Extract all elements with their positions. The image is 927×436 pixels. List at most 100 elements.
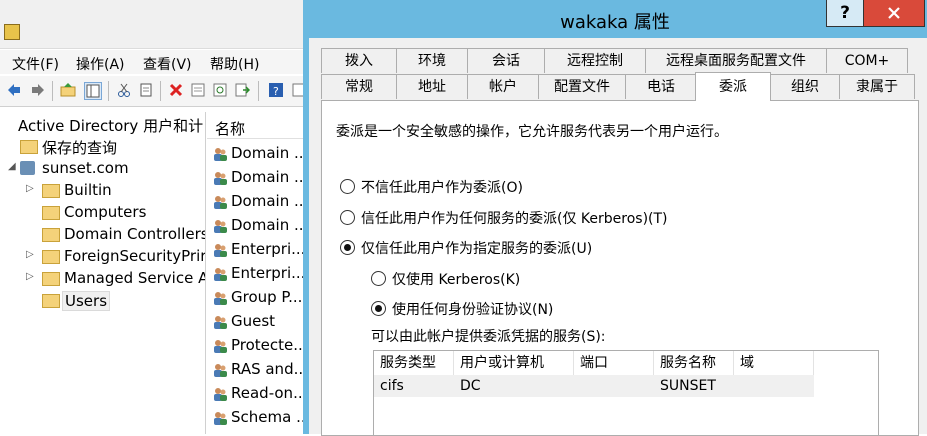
list-item-label: Read-on... [231,384,305,402]
chevron-right-icon[interactable]: ▷ [26,249,34,260]
list-item[interactable]: Guest [207,310,305,334]
folder-icon [42,272,60,286]
back-icon[interactable] [6,82,22,98]
menu-view[interactable]: 查看(V) [143,54,192,74]
user-group-icon [214,292,227,305]
tree-item-domain[interactable]: ◢ sunset.com [0,158,205,180]
tree-item-foreign-security[interactable]: ▷ ForeignSecurityPrir [0,246,205,268]
delegation-description: 委派是一个安全敏感的操作，它允许服务代表另一个用户运行。 [336,124,728,140]
help-button[interactable]: ? [826,0,864,27]
services-table[interactable]: 服务类型 用户或计算机 端口 服务名称 域 cifs DC SUNSET [373,350,879,436]
forward-icon[interactable] [30,82,46,98]
list-item[interactable]: Protecte... [207,334,305,358]
radio-any-protocol-label[interactable]: 使用任何身份验证协议(N) [392,299,553,319]
menu-file[interactable]: 文件(F) [12,54,59,74]
list-item[interactable]: Read-on... [207,382,305,406]
tab-telephones[interactable]: 电话 [625,74,697,99]
user-group-icon [214,244,227,257]
folder-icon [20,140,38,154]
user-group-icon [214,340,227,353]
export-list-icon[interactable] [234,82,250,98]
tab-member-of[interactable]: 隶属于 [839,74,915,99]
properties-icon[interactable] [190,82,206,98]
column-user-or-computer[interactable]: 用户或计算机 [454,351,574,375]
tab-general[interactable]: 常规 [321,74,397,99]
list-item-label: Enterpri... [231,264,305,282]
tab-remote-control[interactable]: 远程控制 [544,48,646,73]
tree-item-saved-queries[interactable]: 保存的查询 [0,136,205,158]
help-icon[interactable]: ? [268,82,284,98]
radio-trust-specified[interactable] [340,240,355,255]
tab-com-plus[interactable]: COM+ [826,48,908,73]
chevron-right-icon[interactable]: ▷ [26,271,34,282]
domain-icon [20,161,35,175]
tab-address[interactable]: 地址 [396,74,468,99]
tab-sessions[interactable]: 会话 [467,48,545,73]
chevron-down-icon[interactable]: ◢ [8,161,16,172]
radio-any-protocol[interactable] [371,301,386,316]
tab-rds-profile[interactable]: 远程桌面服务配置文件 [645,48,827,73]
folder-icon [42,206,60,220]
radio-kerberos-only-label[interactable]: 仅使用 Kerberos(K) [392,269,520,289]
up-folder-icon[interactable] [60,82,76,98]
radio-no-trust-label[interactable]: 不信任此用户作为委派(O) [361,177,523,197]
dialog-title-bar[interactable]: wakaka 属性 ? [303,0,927,38]
column-domain[interactable]: 域 [734,351,814,375]
tree-root-label: Active Directory 用户和计 [18,117,204,135]
radio-no-trust[interactable] [340,179,355,194]
list-item-label: Domain ... [231,192,305,210]
tab-delegation[interactable]: 委派 [695,72,771,101]
services-label: 可以由此帐户提供委派凭据的服务(S): [371,329,606,345]
user-group-icon [214,172,227,185]
close-icon [888,6,900,19]
tab-organization[interactable]: 组织 [770,74,840,99]
column-header-name[interactable]: 名称 [207,116,305,139]
list-item[interactable]: Domain ... [207,166,305,190]
list-item[interactable]: Group P... [207,286,305,310]
tab-dial-in[interactable]: 拨入 [321,48,397,73]
tab-account[interactable]: 帐户 [467,74,539,99]
folder-icon [42,294,60,308]
radio-kerberos-only[interactable] [371,271,386,286]
column-port[interactable]: 端口 [574,351,654,375]
list-item[interactable]: Enterpri... [207,238,305,262]
user-group-icon [214,268,227,281]
user-group-icon [214,364,227,377]
column-service-type[interactable]: 服务类型 [374,351,454,375]
close-button[interactable] [863,0,925,27]
list-item[interactable]: Enterpri... [207,262,305,286]
tab-environment[interactable]: 环境 [396,48,468,73]
cell-domain [734,375,814,397]
menu-help[interactable]: 帮助(H) [210,54,259,74]
list-item[interactable]: Domain ... [207,142,305,166]
delete-icon[interactable] [168,82,184,98]
tree-item-managed-service[interactable]: ▷ Managed Service A [0,268,205,290]
list-item[interactable]: RAS and... [207,358,305,382]
tree-item-domain-controllers[interactable]: Domain Controllers [0,224,205,246]
refresh-icon[interactable] [212,82,228,98]
list-item-label: Schema ... [231,408,305,426]
tab-profile[interactable]: 配置文件 [538,74,626,99]
toolbar: ? [0,76,306,107]
user-group-icon [214,196,227,209]
radio-trust-any[interactable] [340,210,355,225]
chevron-right-icon[interactable]: ▷ [26,183,34,194]
column-service-name[interactable]: 服务名称 [654,351,734,375]
radio-trust-specified-label[interactable]: 仅信任此用户作为指定服务的委派(U) [361,238,592,258]
user-group-icon [214,316,227,329]
list-item[interactable]: Domain ... [207,190,305,214]
cut-icon[interactable] [116,82,132,98]
list-item-label: Domain ... [231,216,305,234]
list-item[interactable]: Domain ... [207,214,305,238]
show-tree-icon[interactable] [84,82,102,100]
tree-item-builtin[interactable]: ▷ Builtin [0,180,205,202]
tree-item-users[interactable]: Users [0,290,205,312]
list-item-label: Enterpri... [231,240,305,258]
cell-service-name: SUNSET [660,378,716,394]
tree-item-computers[interactable]: Computers [0,202,205,224]
copy-icon[interactable] [138,82,154,98]
list-item[interactable]: Schema ... [207,406,305,430]
menu-action[interactable]: 操作(A) [76,54,125,74]
tree-root[interactable]: Active Directory 用户和计 [0,114,205,136]
radio-trust-any-label[interactable]: 信任此用户作为任何服务的委派(仅 Kerberos)(T) [361,208,668,228]
